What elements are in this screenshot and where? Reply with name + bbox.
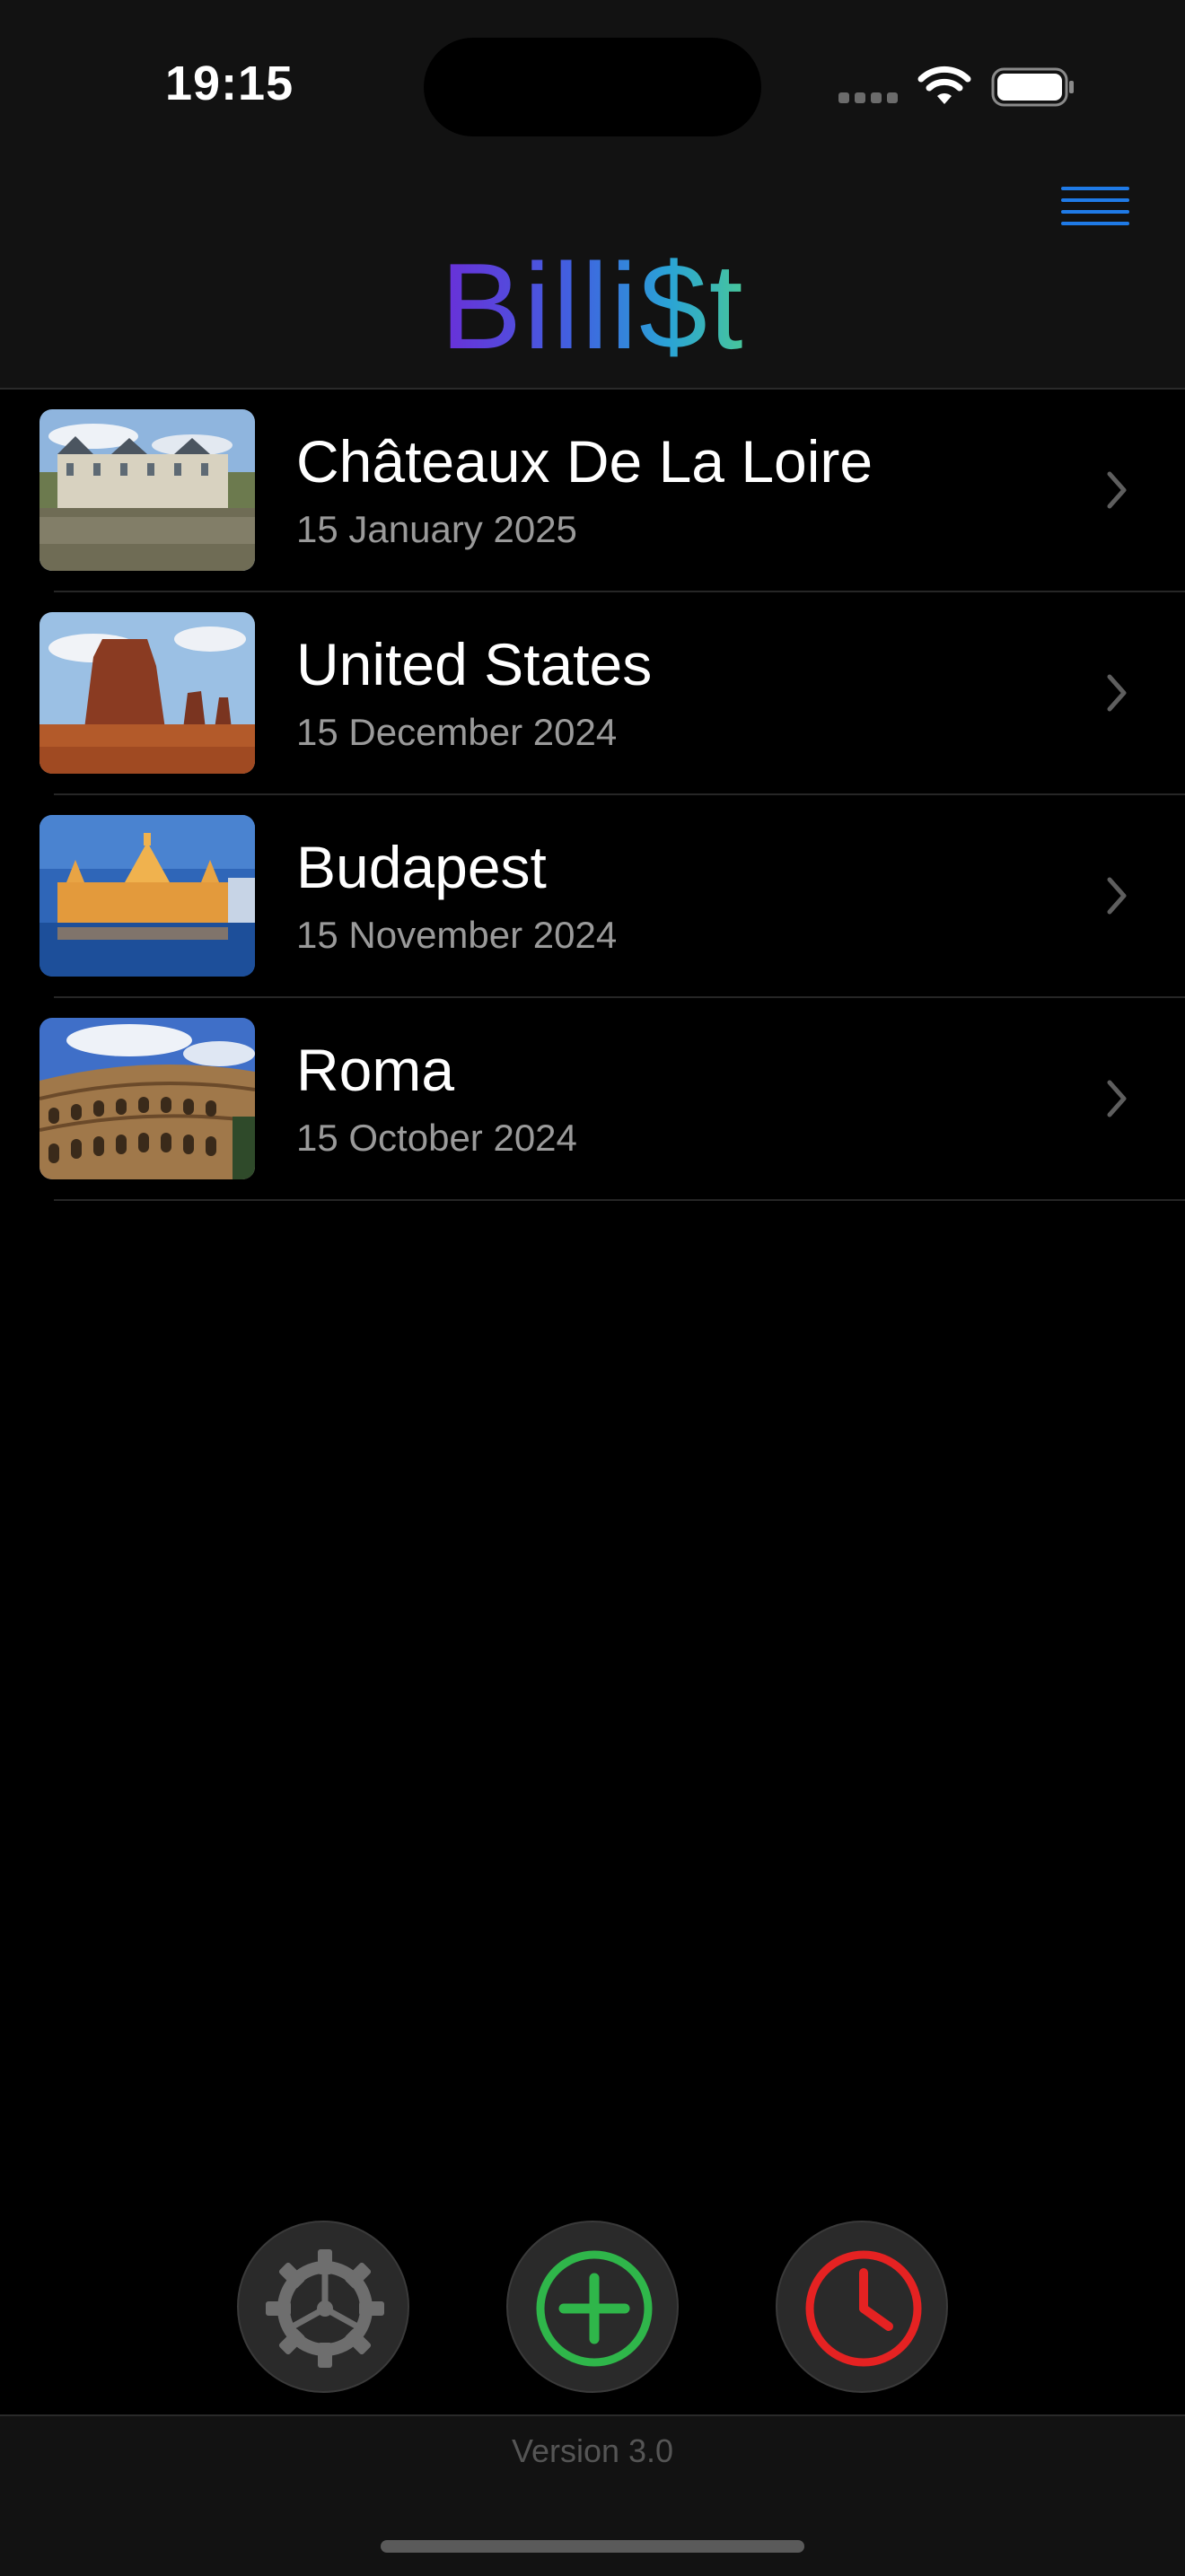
- trip-list: Châteaux De La Loire 15 January 2025 Uni…: [0, 390, 1185, 1201]
- status-time: 19:15: [165, 57, 294, 110]
- parliament-photo: [40, 815, 255, 977]
- trip-row[interactable]: Budapest 15 November 2024: [0, 795, 1185, 998]
- gear-icon: [266, 2249, 384, 2368]
- trip-date: 15 November 2024: [296, 914, 618, 956]
- trip-date: 15 December 2024: [296, 711, 618, 753]
- trip-row[interactable]: United States 15 December 2024: [0, 592, 1185, 795]
- chateau-photo: [40, 409, 255, 571]
- dynamic-island: [424, 38, 761, 136]
- monument-valley-photo: [40, 612, 255, 774]
- colosseum-photo: [40, 1018, 255, 1179]
- trip-name: United States: [296, 631, 653, 697]
- trip-date: 15 January 2025: [296, 508, 577, 550]
- add-trip-button[interactable]: [506, 2221, 679, 2393]
- trip-row[interactable]: Châteaux De La Loire 15 January 2025: [0, 390, 1185, 592]
- trip-name: Châteaux De La Loire: [296, 428, 873, 495]
- clock-icon: [805, 2250, 922, 2367]
- trip-name: Budapest: [296, 834, 547, 900]
- wifi-icon: [917, 66, 971, 104]
- trip-date: 15 October 2024: [296, 1117, 577, 1159]
- app-title-text: Billi$t: [440, 238, 745, 374]
- header: 19:15 Billi$t: [0, 0, 1185, 390]
- trip-name: Roma: [296, 1037, 455, 1103]
- cellular-signal-icon: [838, 92, 903, 108]
- settings-button[interactable]: [237, 2221, 409, 2393]
- chevron-right-icon: [1107, 1080, 1127, 1117]
- plus-circle-icon: [536, 2250, 653, 2367]
- footer: Version 3.0: [0, 2414, 1185, 2576]
- history-button[interactable]: [776, 2221, 948, 2393]
- app-title: Billi$t: [0, 239, 1185, 373]
- version-label: Version 3.0: [511, 2432, 674, 2469]
- trip-row[interactable]: Roma 15 October 2024: [0, 998, 1185, 1201]
- menu-button[interactable]: [1061, 183, 1133, 233]
- chevron-right-icon: [1107, 674, 1127, 712]
- battery-icon: [991, 67, 1074, 107]
- bottom-toolbar: [0, 2221, 1185, 2396]
- chevron-right-icon: [1107, 877, 1127, 915]
- chevron-right-icon: [1107, 471, 1127, 509]
- home-indicator[interactable]: [381, 2540, 804, 2553]
